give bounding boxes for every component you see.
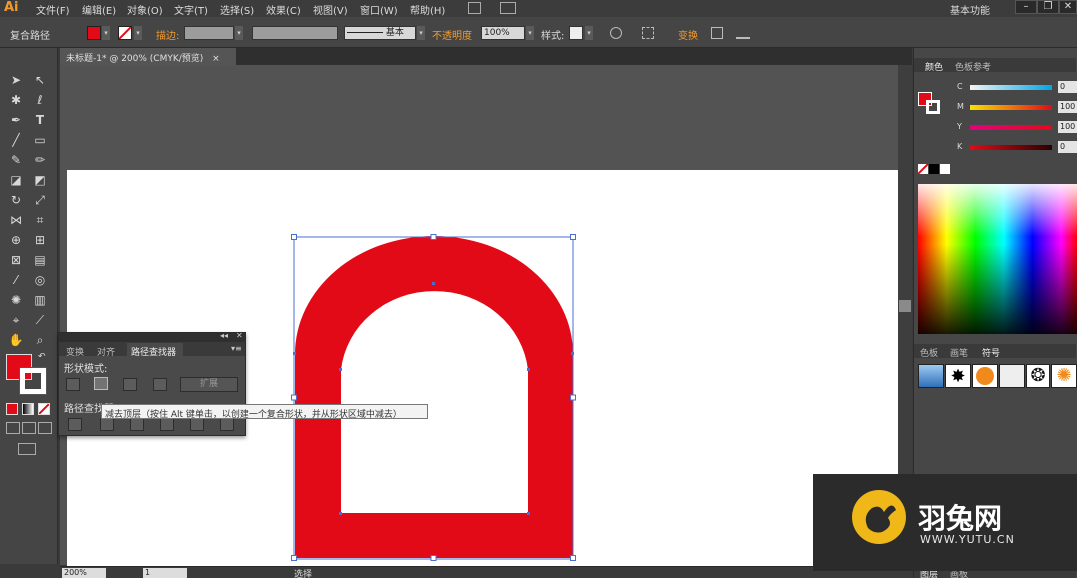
anchor-point[interactable]	[339, 512, 342, 515]
rabbit-logo-icon	[852, 490, 906, 544]
intersect-button[interactable]	[123, 378, 137, 391]
handle-top-left[interactable]	[291, 234, 297, 240]
symbol-frame[interactable]	[999, 364, 1025, 388]
handle-top-center[interactable]	[430, 234, 437, 240]
close-panel-icon[interactable]: ✕	[236, 331, 243, 340]
handle-top-right[interactable]	[570, 234, 576, 240]
black-color-chip[interactable]	[929, 164, 939, 174]
unite-button[interactable]	[66, 378, 80, 391]
tab-pathfinder[interactable]: 路径查找器	[127, 343, 183, 358]
exclude-button[interactable]	[153, 378, 167, 391]
black-label: K	[957, 142, 963, 151]
color-spectrum[interactable]	[918, 184, 1077, 334]
symbol-ink-splat[interactable]: ✸	[945, 364, 971, 388]
trim-button[interactable]	[100, 418, 114, 431]
current-tool-status: 选择	[294, 570, 313, 578]
workspace-switcher[interactable]: 基本功能	[950, 2, 990, 17]
symbol-blue-banner[interactable]	[918, 364, 944, 388]
none-color-chip[interactable]	[917, 163, 929, 175]
magenta-value[interactable]: 100	[1058, 101, 1077, 113]
yellow-label: Y	[957, 122, 962, 131]
zoom-field[interactable]: 200%	[62, 568, 106, 578]
status-bar	[60, 566, 912, 578]
tab-swatches[interactable]: 色板	[920, 346, 938, 359]
anchor-point[interactable]	[432, 282, 435, 285]
watermark-name: 羽兔网	[918, 502, 1003, 535]
crop-button[interactable]	[160, 418, 174, 431]
black-slider[interactable]	[970, 145, 1052, 150]
handle-bottom-left[interactable]	[291, 555, 297, 561]
anchor-point[interactable]	[527, 512, 530, 515]
vertical-scroll-thumb[interactable]	[899, 300, 911, 312]
black-value[interactable]: 0	[1058, 141, 1077, 153]
tab-color[interactable]: 颜色	[925, 60, 943, 73]
minus-back-button[interactable]	[220, 418, 234, 431]
artboard-number-field[interactable]: 1	[143, 568, 187, 578]
handle-bottom-right[interactable]	[570, 555, 576, 561]
rabbit-silhouette-icon	[865, 505, 896, 533]
tab-color-guide[interactable]: 色板参考	[955, 60, 991, 73]
merge-button[interactable]	[130, 418, 144, 431]
symbol-orange-button[interactable]	[972, 364, 998, 388]
magenta-slider[interactable]	[970, 105, 1052, 110]
outline-button[interactable]	[190, 418, 204, 431]
tab-symbols[interactable]: 符号	[982, 346, 1000, 359]
tab-brushes[interactable]: 画笔	[950, 346, 968, 359]
divide-button[interactable]	[68, 418, 82, 431]
panel-options-icon[interactable]: ▾≡	[231, 344, 242, 353]
artwork-layer[interactable]	[0, 0, 912, 566]
pathfinder-title-bar[interactable]	[59, 333, 245, 342]
restore-button[interactable]: ❐	[1037, 0, 1059, 14]
yellow-slider[interactable]	[970, 125, 1052, 130]
expand-button[interactable]: 扩展	[180, 377, 238, 392]
orange-circle-icon	[976, 367, 994, 385]
shape-modes-label: 形状模式:	[64, 364, 108, 375]
none-slash-icon	[917, 163, 929, 175]
anchor-point[interactable]	[571, 352, 574, 355]
cyan-value[interactable]: 0	[1058, 81, 1077, 93]
tab-align[interactable]: 对齐	[97, 345, 115, 358]
anchor-point[interactable]	[339, 368, 342, 371]
yellow-value[interactable]: 100	[1058, 121, 1077, 133]
anchor-point[interactable]	[293, 352, 296, 355]
cyan-label: C	[957, 82, 963, 91]
handle-middle-right[interactable]	[570, 394, 576, 401]
panel-stroke-box[interactable]	[926, 100, 940, 114]
minus-front-button[interactable]	[94, 377, 108, 390]
anchor-point[interactable]	[527, 368, 530, 371]
cyan-slider[interactable]	[970, 85, 1052, 90]
symbol-orange-flower[interactable]: ✺	[1051, 364, 1077, 388]
white-color-chip[interactable]	[940, 164, 950, 174]
collapse-panel-icon[interactable]: ◂◂	[220, 331, 228, 340]
handle-bottom-center[interactable]	[430, 555, 437, 561]
watermark-url: WWW.YUTU.CN	[920, 533, 1015, 546]
tab-transform[interactable]: 变换	[66, 345, 84, 358]
magenta-label: M	[957, 102, 964, 111]
symbol-scalloped-circle[interactable]: ❂	[1026, 364, 1050, 388]
tooltip: 减去顶层（按住 Alt 键单击，以创建一个复合形状，并从形状区域中减去）	[101, 404, 428, 419]
close-button[interactable]: ✕	[1059, 0, 1077, 14]
minimize-button[interactable]: –	[1015, 0, 1037, 14]
handle-middle-left[interactable]	[291, 394, 297, 401]
